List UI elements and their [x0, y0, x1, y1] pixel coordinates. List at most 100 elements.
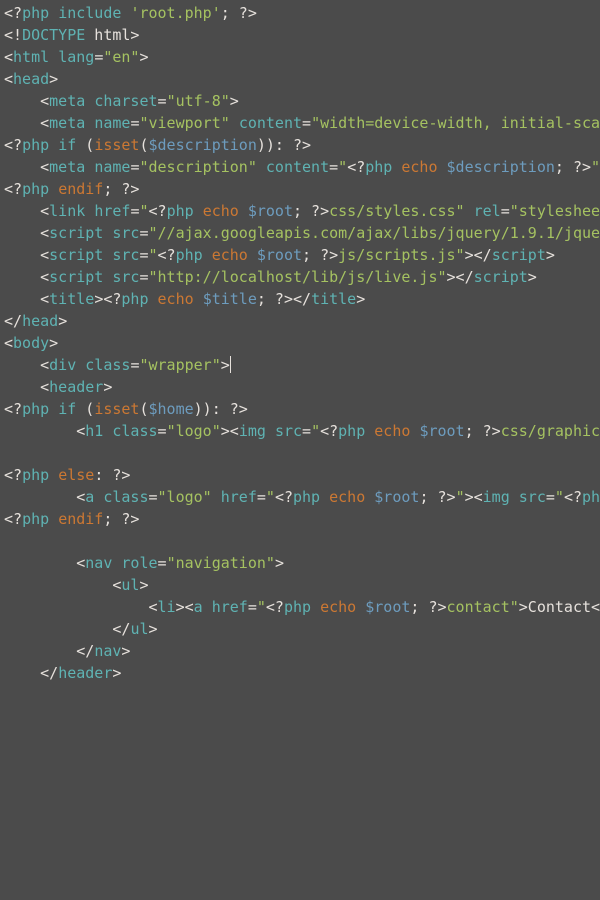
code-token: =	[158, 554, 167, 572]
code-token: href	[221, 488, 257, 506]
code-token: "http://localhost/lib/js/live.js"	[149, 268, 447, 286]
code-line[interactable]: <!DOCTYPE html>	[4, 26, 139, 44]
code-token: ; ?>	[302, 246, 338, 264]
code-token: <	[4, 92, 49, 110]
code-token: isset	[94, 136, 139, 154]
code-token: echo	[212, 246, 248, 264]
code-line[interactable]: <meta name="description" content="<?php …	[4, 158, 600, 176]
code-line[interactable]: </nav>	[4, 642, 130, 660]
code-token: img	[483, 488, 510, 506]
code-token: ; ?>	[465, 422, 501, 440]
code-token: class	[103, 488, 148, 506]
code-line[interactable]: <title><?php echo $title; ?></title>	[4, 290, 365, 308]
code-token: "viewport"	[139, 114, 229, 132]
code-token: "logo"	[167, 422, 221, 440]
code-token: content	[266, 158, 329, 176]
code-token: php	[22, 136, 49, 154]
code-line[interactable]: <meta charset="utf-8">	[4, 92, 239, 110]
code-line[interactable]: <h1 class="logo"><img src="<?php echo $r…	[4, 422, 600, 440]
code-token: $root	[419, 422, 464, 440]
code-token: >	[139, 48, 148, 66]
code-token	[230, 114, 239, 132]
code-token: src	[112, 224, 139, 242]
code-line[interactable]: <html lang="en">	[4, 48, 149, 66]
code-token: php	[22, 180, 49, 198]
code-token	[320, 488, 329, 506]
code-token: =	[302, 422, 311, 440]
code-token: =	[248, 598, 257, 616]
code-token: =	[501, 202, 510, 220]
code-token	[465, 202, 474, 220]
code-token: echo	[329, 488, 365, 506]
code-token: li	[158, 598, 176, 616]
code-line[interactable]: <head>	[4, 70, 58, 88]
code-token: src	[112, 246, 139, 264]
code-line[interactable]: <header>	[4, 378, 112, 396]
code-line[interactable]: <?php endif; ?>	[4, 510, 139, 528]
code-token: ; ?>	[419, 488, 455, 506]
code-token	[248, 246, 257, 264]
code-line[interactable]: <link href="<?php echo $root; ?>css/styl…	[4, 202, 600, 220]
code-token: isset	[94, 400, 139, 418]
code-token: =	[329, 158, 338, 176]
code-line[interactable]: <li><a href="<?php echo $root; ?>contact…	[4, 598, 600, 616]
code-token: href	[212, 598, 248, 616]
code-token: =	[149, 488, 158, 506]
code-line[interactable]: <body>	[4, 334, 58, 352]
code-token	[266, 422, 275, 440]
code-line[interactable]: <script src="//ajax.googleapis.com/ajax/…	[4, 224, 600, 242]
code-token: >Contact<	[519, 598, 600, 616]
code-token: endif	[58, 180, 103, 198]
code-token	[85, 202, 94, 220]
code-token: =	[257, 488, 266, 506]
code-token: : ?>	[94, 466, 130, 484]
code-token: >	[49, 70, 58, 88]
code-token	[85, 158, 94, 176]
code-token: php	[176, 246, 203, 264]
code-token: "wrapper"	[139, 356, 220, 374]
code-line[interactable]: <?php else: ?>	[4, 466, 130, 484]
code-token	[49, 510, 58, 528]
code-token: 'root.php'	[130, 4, 220, 22]
code-line[interactable]: </ul>	[4, 620, 158, 638]
code-line[interactable]: <a class="logo" href="<?php echo $root; …	[4, 488, 600, 506]
code-line[interactable]: <nav role="navigation">	[4, 554, 284, 572]
code-content[interactable]: <?php include 'root.php'; ?> <!DOCTYPE h…	[4, 4, 600, 682]
code-line[interactable]: <?php if (isset($home)): ?>	[4, 400, 248, 418]
code-line[interactable]: </head>	[4, 312, 67, 330]
code-token: php	[22, 4, 49, 22]
code-token: echo	[374, 422, 410, 440]
code-token: =	[139, 268, 148, 286]
code-token: <?	[4, 180, 22, 198]
code-token: <	[4, 334, 13, 352]
code-line[interactable]: <meta name="viewport" content="width=dev…	[4, 114, 600, 132]
code-token	[76, 356, 85, 374]
code-line[interactable]: <div class="wrapper">	[4, 356, 231, 374]
code-token	[194, 290, 203, 308]
code-token: (	[139, 136, 148, 154]
code-token: php	[22, 400, 49, 418]
code-line[interactable]: <script src="<?php echo $root; ?>js/scri…	[4, 246, 555, 264]
code-token: )): ?>	[194, 400, 248, 418]
code-line[interactable]: <ul>	[4, 576, 149, 594]
code-line[interactable]: <?php endif; ?>	[4, 180, 139, 198]
code-token: "	[139, 202, 148, 220]
code-token: html>	[85, 26, 139, 44]
code-line[interactable]: <script src="http://localhost/lib/js/liv…	[4, 268, 537, 286]
code-token: <?	[149, 202, 167, 220]
code-token	[257, 158, 266, 176]
code-token: "//ajax.googleapis.com/ajax/libs/jquery/…	[149, 224, 600, 242]
code-token	[49, 466, 58, 484]
code-line[interactable]: <?php include 'root.php'; ?>	[4, 4, 257, 22]
code-editor-viewport[interactable]: <?php include 'root.php'; ?> <!DOCTYPE h…	[0, 0, 600, 686]
code-token	[149, 290, 158, 308]
code-token: <	[4, 48, 13, 66]
code-token: </	[4, 620, 130, 638]
code-line[interactable]: <?php if (isset($description)): ?>	[4, 136, 311, 154]
code-token	[49, 136, 58, 154]
code-token: contact"	[447, 598, 519, 616]
code-token: ul	[121, 576, 139, 594]
code-token: <	[4, 268, 49, 286]
code-line[interactable]: </header>	[4, 664, 121, 682]
code-token: >	[356, 290, 365, 308]
